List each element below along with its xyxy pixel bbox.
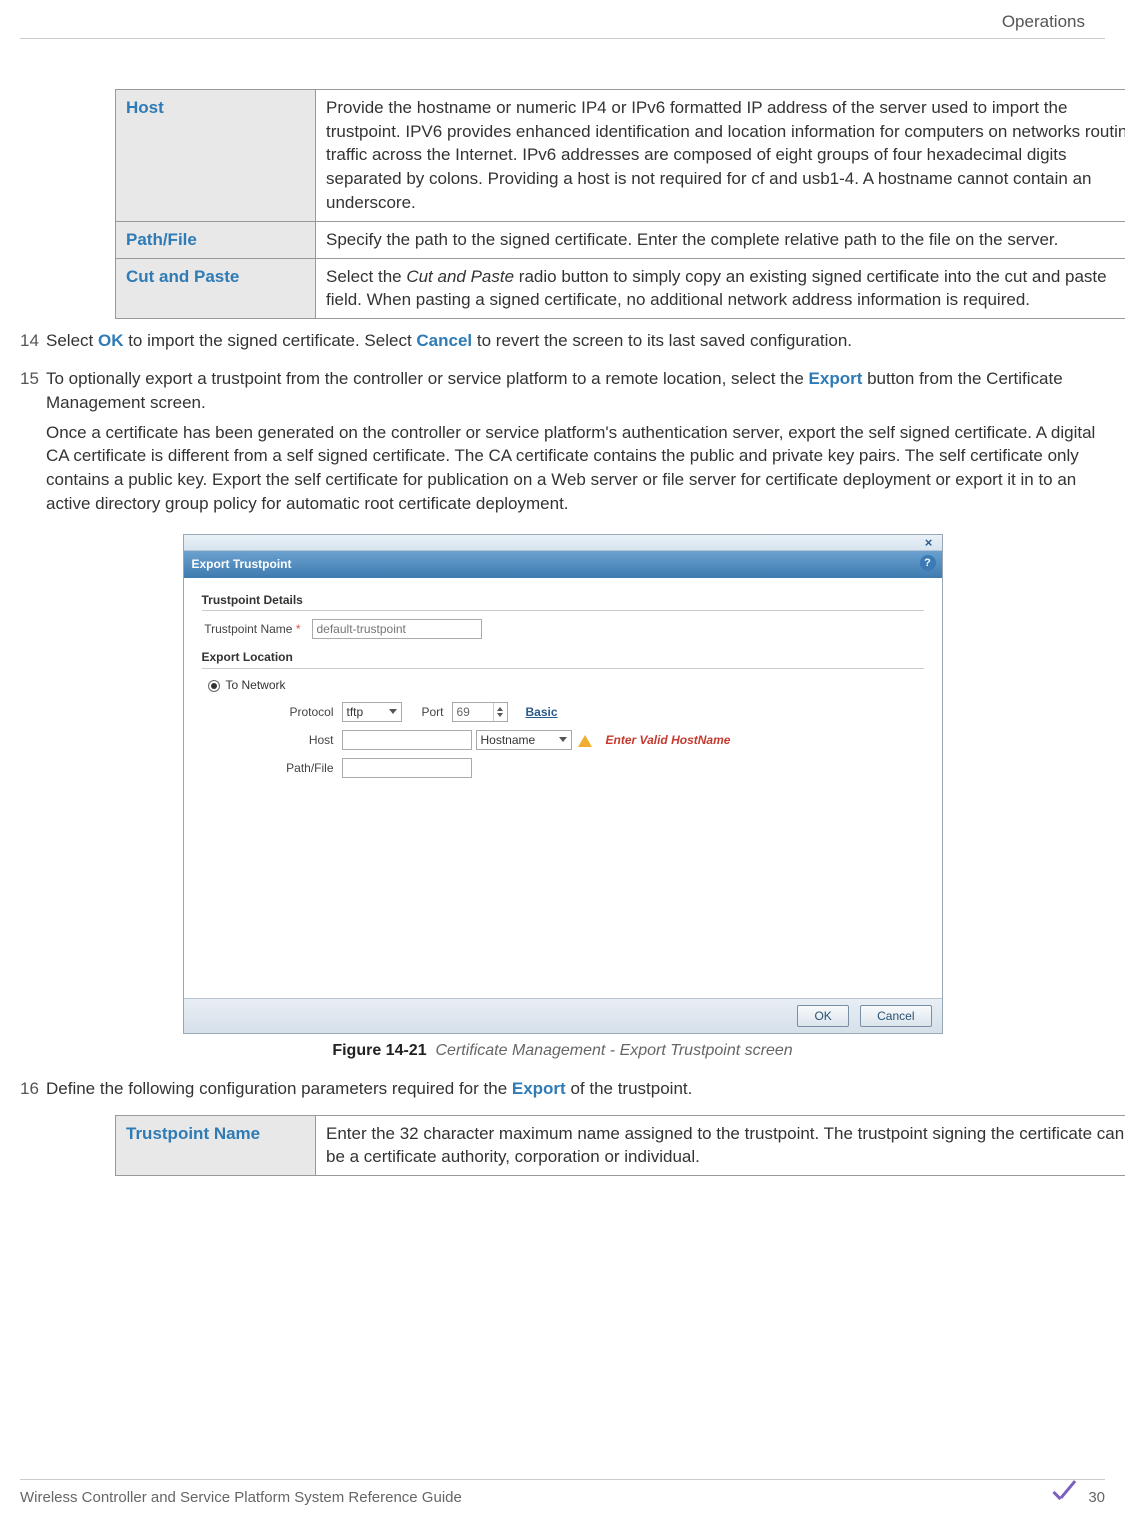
- term-trustpoint-name: Trustpoint Name: [116, 1115, 316, 1176]
- section-header: Operations: [20, 10, 1105, 39]
- warning-icon: [578, 735, 592, 747]
- host-label: Host: [272, 732, 342, 749]
- figure-caption: Figure 14-21 Certificate Management - Ex…: [20, 1040, 1105, 1062]
- cancel-button[interactable]: Cancel: [860, 1005, 931, 1028]
- dialog-title: Export Trustpoint: [192, 557, 292, 571]
- definitions-table-2: Trustpoint Name Enter the 32 character m…: [115, 1115, 1125, 1177]
- desc-cutpaste: Select the Cut and Paste radio button to…: [316, 258, 1125, 319]
- protocol-select[interactable]: tftp: [342, 702, 402, 722]
- chevron-down-icon: [559, 737, 567, 742]
- export-trustpoint-dialog: × Export Trustpoint ? Trustpoint Details…: [183, 534, 943, 1035]
- host-type-select[interactable]: Hostname: [476, 730, 572, 750]
- section-export-location: Export Location: [202, 649, 924, 669]
- table-row: Trustpoint Name Enter the 32 character m…: [116, 1115, 1125, 1176]
- checkmark-icon: [1048, 1486, 1078, 1508]
- table-row: Cut and Paste Select the Cut and Paste r…: [116, 258, 1125, 319]
- step-14: 14 Select OK to import the signed certif…: [20, 329, 1105, 359]
- term-cutpaste: Cut and Paste: [116, 258, 316, 319]
- to-network-radio[interactable]: [208, 680, 220, 692]
- dialog-titlebar: Export Trustpoint ?: [184, 551, 942, 578]
- term-host: Host: [116, 89, 316, 221]
- step-15: 15 To optionally export a trustpoint fro…: [20, 367, 1105, 522]
- desc-trustpoint-name: Enter the 32 character maximum name assi…: [316, 1115, 1125, 1176]
- definitions-table-1: Host Provide the hostname or numeric IP4…: [115, 89, 1125, 319]
- chevron-down-icon: [389, 709, 397, 714]
- term-pathfile: Path/File: [116, 221, 316, 258]
- page-footer: Wireless Controller and Service Platform…: [20, 1479, 1105, 1508]
- basic-link[interactable]: Basic: [526, 704, 558, 721]
- port-stepper[interactable]: 69: [452, 702, 508, 722]
- ok-button[interactable]: OK: [797, 1005, 848, 1028]
- page-number: 30: [1088, 1487, 1105, 1508]
- protocol-label: Protocol: [272, 704, 342, 721]
- trustpoint-name-input[interactable]: [312, 619, 482, 639]
- pathfile-input[interactable]: [342, 758, 472, 778]
- help-icon[interactable]: ?: [920, 555, 936, 571]
- section-trustpoint-details: Trustpoint Details: [202, 592, 924, 612]
- port-label: Port: [402, 704, 452, 721]
- step-16: 16 Define the following configuration pa…: [20, 1077, 1105, 1107]
- host-error-text: Enter Valid HostName: [606, 732, 731, 749]
- doc-title: Wireless Controller and Service Platform…: [20, 1487, 462, 1508]
- desc-pathfile: Specify the path to the signed certifica…: [316, 221, 1125, 258]
- host-input[interactable]: [342, 730, 472, 750]
- close-icon[interactable]: ×: [922, 536, 936, 550]
- desc-host: Provide the hostname or numeric IP4 or I…: [316, 89, 1125, 221]
- table-row: Host Provide the hostname or numeric IP4…: [116, 89, 1125, 221]
- table-row: Path/File Specify the path to the signed…: [116, 221, 1125, 258]
- pathfile-label: Path/File: [272, 760, 342, 777]
- to-network-label: To Network: [226, 677, 286, 694]
- trustpoint-name-label: Trustpoint Name *: [202, 621, 312, 638]
